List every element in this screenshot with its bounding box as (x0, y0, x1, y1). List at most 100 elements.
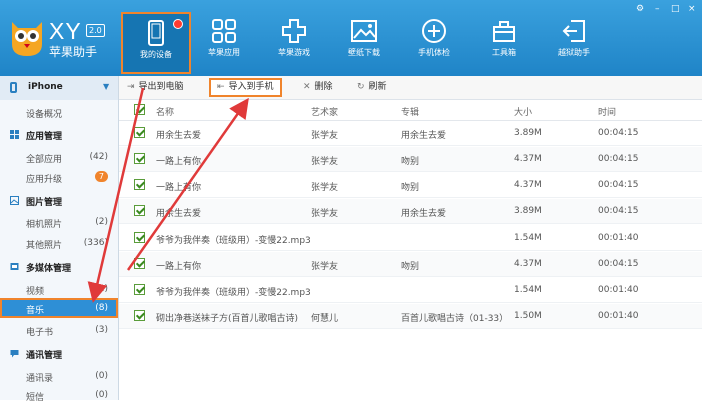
row-checkbox[interactable] (134, 284, 145, 295)
refresh-button[interactable]: ↻ 刷新 (357, 80, 387, 95)
sidebar-item-ebook[interactable]: 电子书 (3) (0, 320, 118, 340)
table-row[interactable]: 一路上有你 张学友 吻别 4.37M 00:04:15 (119, 252, 702, 277)
maximize-button[interactable]: □ (671, 4, 680, 14)
cell-name: 一路上有你 (156, 262, 202, 272)
row-checkbox[interactable] (134, 153, 145, 164)
sidebar-item-label: 通讯录 (26, 374, 54, 384)
sidebar-item-app-update[interactable]: 应用升级 7 (0, 167, 118, 187)
close-button[interactable]: × (688, 4, 696, 14)
sidebar-item-overview[interactable]: 设备概况 (0, 102, 118, 122)
nav-label: 工具箱 (492, 48, 516, 57)
column-header-album[interactable]: 专辑 (401, 105, 419, 118)
cell-time: 00:04:15 (598, 259, 639, 269)
table-row[interactable]: 一路上有你 张学友 吻别 4.37M 00:04:15 (119, 173, 702, 198)
device-selector[interactable]: iPhone ▼ (0, 76, 118, 100)
update-badge: 7 (94, 171, 108, 182)
sidebar: iPhone ▼ 设备概况 应用管理 全部应用 (42) 应用升级 7 图片管理… (0, 76, 119, 403)
cell-size: 4.37M (514, 259, 542, 269)
cell-size: 3.89M (514, 128, 542, 138)
delete-button[interactable]: ✕ 删除 (303, 80, 333, 95)
film-icon (10, 263, 19, 270)
sidebar-item-label: 应用升级 (26, 175, 63, 185)
sidebar-item-label: 电子书 (26, 328, 54, 338)
sidebar-item-music[interactable]: 音乐 (8) (0, 298, 118, 318)
sidebar-item-label: 设备概况 (26, 110, 63, 120)
nav-label: 我的设备 (140, 50, 172, 59)
nav-wallpaper[interactable]: 壁纸下载 (329, 12, 399, 70)
nav-apple-games[interactable]: 苹果游戏 (259, 12, 329, 70)
import-to-phone-button[interactable]: ⇤ 导入到手机 (209, 78, 282, 97)
sidebar-item-label: 其他照片 (26, 241, 63, 251)
sidebar-item-count: (336) (83, 238, 108, 248)
row-checkbox[interactable] (134, 179, 145, 190)
table-row[interactable]: 用余生去爱 张学友 用余生去爱 3.89M 00:04:15 (119, 199, 702, 224)
sidebar-item-count: (3) (95, 325, 108, 335)
row-checkbox[interactable] (134, 232, 145, 243)
nav-label: 手机体检 (418, 48, 450, 57)
nav-label: 越狱助手 (558, 48, 590, 57)
minimize-button[interactable]: – (655, 4, 660, 14)
owl-logo-icon (12, 22, 42, 56)
column-header-artist[interactable]: 艺术家 (311, 105, 338, 118)
plus-circle-icon (422, 19, 446, 43)
chat-icon (10, 350, 19, 358)
sidebar-item-count: (2) (95, 284, 108, 294)
column-header-name[interactable]: 名称 (156, 105, 174, 118)
export-to-pc-button[interactable]: ⇥ 导出到电脑 (127, 80, 184, 95)
cell-album: 吻别 (401, 262, 420, 272)
nav-phone-check[interactable]: 手机体检 (399, 12, 469, 70)
cell-artist: 张学友 (311, 209, 339, 219)
sidebar-item-all-apps[interactable]: 全部应用 (42) (0, 147, 118, 167)
nav-my-device[interactable]: 我的设备 (121, 12, 191, 74)
cell-album: 百首儿歌唱古诗（01-33） (401, 314, 509, 324)
nav-label: 壁纸下载 (348, 48, 380, 57)
cell-artist: 何慧儿 (311, 314, 339, 324)
settings-icon[interactable]: ⚙ (636, 4, 644, 14)
phone-icon (148, 20, 164, 46)
cell-artist: 张学友 (311, 262, 339, 272)
brand-xy: XY (49, 18, 82, 44)
row-checkbox[interactable] (134, 310, 145, 321)
cell-time: 00:01:40 (598, 311, 639, 321)
sidebar-item-label: 短信 (26, 393, 45, 403)
cell-size: 4.37M (514, 154, 542, 164)
cell-size: 3.89M (514, 206, 542, 216)
cell-name: 爷爷为我伴奏（班级用）-变慢22.mp3 (156, 236, 311, 246)
sidebar-item-count: (0) (95, 371, 108, 381)
cell-time: 00:04:15 (598, 180, 639, 190)
table-row[interactable]: 一路上有你 张学友 吻别 4.37M 00:04:15 (119, 147, 702, 172)
select-all-checkbox[interactable] (134, 104, 145, 115)
sidebar-item-label: 全部应用 (26, 155, 63, 165)
cell-time: 00:01:40 (598, 233, 639, 243)
cell-artist: 张学友 (311, 131, 339, 141)
table-row[interactable]: 爷爷为我伴奏（班级用）-变慢22.mp3 1.54M 00:01:40 (119, 226, 702, 251)
row-checkbox[interactable] (134, 205, 145, 216)
toolbox-icon (493, 21, 515, 42)
row-checkbox[interactable] (134, 127, 145, 138)
cell-artist: 张学友 (311, 157, 339, 167)
column-header-time[interactable]: 时间 (598, 105, 616, 118)
top-bar: XY 2.0 苹果助手 我的设备 苹果应用 苹果游戏 壁纸下载 手机体检 工具箱… (0, 0, 702, 76)
cell-size: 1.54M (514, 285, 542, 295)
table-row[interactable]: 砌出净巷送袜子方(百首儿歌唱古诗) 何慧儿 百首儿歌唱古诗（01-33） 1.5… (119, 304, 702, 329)
section-title: 图片管理 (26, 198, 63, 208)
column-header-size[interactable]: 大小 (514, 105, 532, 118)
table-row[interactable]: 爷爷为我伴奏（班级用）-变慢22.mp3 1.54M 00:01:40 (119, 278, 702, 303)
sidebar-item-contacts[interactable]: 通讯录 (0) (0, 366, 118, 386)
nav-toolbox[interactable]: 工具箱 (469, 12, 539, 70)
nav-jailbreak[interactable]: 越狱助手 (539, 12, 609, 70)
section-title: 多媒体管理 (26, 264, 72, 274)
cell-artist: 张学友 (311, 183, 339, 193)
sidebar-item-video[interactable]: 视频 (2) (0, 279, 118, 299)
table-row[interactable]: 用余生去爱 张学友 用余生去爱 3.89M 00:04:15 (119, 121, 702, 146)
row-checkbox[interactable] (134, 258, 145, 269)
sidebar-item-camera-photos[interactable]: 相机照片 (2) (0, 212, 118, 232)
cell-album: 用余生去爱 (401, 209, 447, 219)
nav-apple-apps[interactable]: 苹果应用 (189, 12, 259, 70)
cell-time: 00:01:40 (598, 285, 639, 295)
grid-icon (10, 130, 19, 139)
sidebar-item-other-photos[interactable]: 其他照片 (336) (0, 233, 118, 253)
import-icon: ⇤ (217, 82, 225, 92)
gamepad-icon (282, 19, 306, 43)
sidebar-item-sms[interactable]: 短信 (0) (0, 385, 118, 405)
